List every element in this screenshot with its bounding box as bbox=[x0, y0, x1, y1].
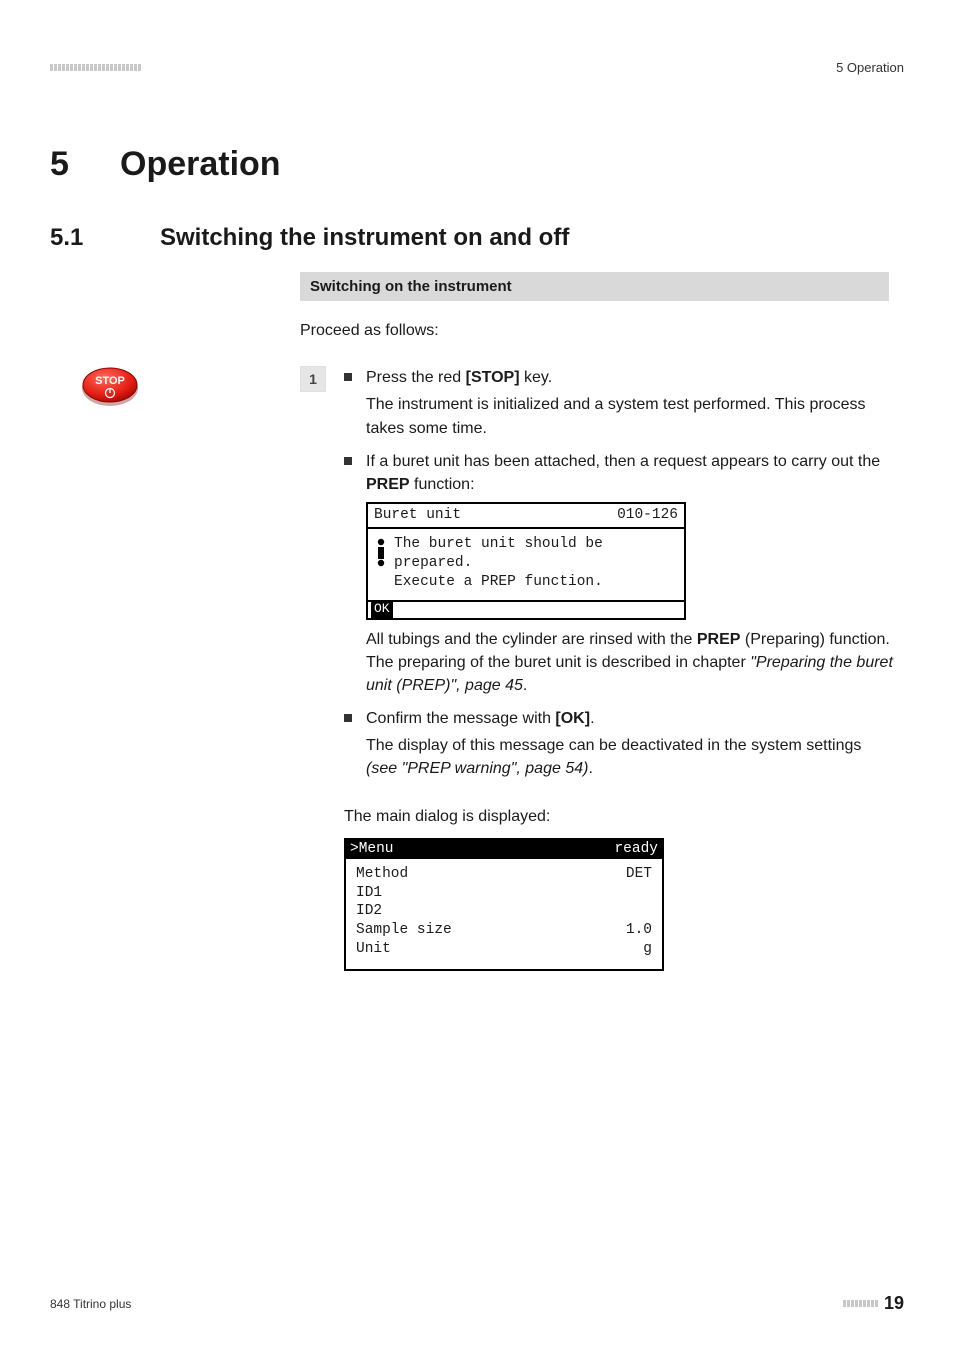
chapter-heading: 5Operation bbox=[50, 145, 904, 184]
list-item: If a buret unit has been attached, then … bbox=[344, 450, 894, 496]
lcd-line: Execute a PREP function. bbox=[394, 573, 603, 592]
section-heading: 5.1 Switching the instrument on and off bbox=[50, 224, 904, 252]
page-header: 5 Operation bbox=[50, 60, 904, 75]
lcd-row: MethodDET bbox=[352, 865, 656, 884]
bullet-icon bbox=[344, 373, 352, 381]
bullet-3-text: Confirm the message with [OK]. bbox=[366, 707, 595, 730]
lcd-footer: OK bbox=[368, 600, 684, 618]
lcd-message-lines: The buret unit should be prepared. Execu… bbox=[392, 535, 603, 592]
section-title-text: Switching the instrument on and off bbox=[160, 224, 569, 252]
svg-text:STOP: STOP bbox=[95, 375, 125, 387]
footer-right: 19 bbox=[843, 1293, 904, 1314]
lcd-row: Unitg bbox=[352, 940, 656, 959]
stop-key-icon: STOP bbox=[80, 366, 140, 406]
lcd-title-left: Buret unit bbox=[374, 506, 461, 525]
info-icon bbox=[374, 538, 392, 575]
bullet-2-text: If a buret unit has been attached, then … bbox=[366, 450, 894, 496]
list-item: Confirm the message with [OK]. bbox=[344, 707, 894, 730]
lcd-screenshot-prep: Buret unit 010-126 bbox=[366, 502, 686, 619]
lcd-body: The buret unit should be prepared. Execu… bbox=[368, 529, 684, 600]
page-footer: 848 Titrino plus 19 bbox=[50, 1293, 904, 1314]
lcd-title-right: ready bbox=[610, 840, 662, 859]
lcd-row: Sample size1.0 bbox=[352, 921, 656, 940]
lcd-titlebar: >Menu ready bbox=[346, 840, 662, 859]
bullet-icon bbox=[344, 714, 352, 722]
lcd-line: The buret unit should be bbox=[394, 535, 603, 554]
page: 5 Operation 5Operation 5.1 Switching the… bbox=[0, 0, 954, 1350]
bullet-3-after: The display of this message can be deact… bbox=[366, 734, 894, 780]
after-lcd1-text: All tubings and the cylinder are rinsed … bbox=[366, 628, 894, 698]
chapter-number: 5 bbox=[50, 145, 120, 184]
bullet-icon bbox=[344, 457, 352, 465]
header-section-label: 5 Operation bbox=[836, 60, 904, 75]
intermission-text: The main dialog is displayed: bbox=[344, 805, 884, 828]
step-body: Press the red [STOP] key. The instrument… bbox=[344, 366, 904, 790]
footer-decoration-bars bbox=[843, 1300, 878, 1307]
subheading: Switching on the instrument bbox=[300, 272, 889, 301]
lcd-title-left: >Menu bbox=[346, 840, 398, 859]
step-number-badge: 1 bbox=[300, 366, 326, 392]
bullet-1-text: Press the red [STOP] key. bbox=[366, 366, 552, 389]
lcd-title-right: 010-126 bbox=[617, 506, 678, 525]
header-decoration-bars bbox=[50, 64, 141, 71]
lcd-screenshot-main: >Menu ready MethodDET ID1 ID2 Sample siz… bbox=[344, 838, 664, 971]
step-content: STOP 1 Press the red [STOP] key. The ins… bbox=[50, 366, 904, 970]
lcd-titlebar: Buret unit 010-126 bbox=[368, 504, 684, 529]
lcd-row: ID1 bbox=[352, 884, 656, 903]
intro-text: Proceed as follows: bbox=[300, 319, 904, 342]
lcd-line: prepared. bbox=[394, 554, 603, 573]
footer-product-name: 848 Titrino plus bbox=[50, 1297, 131, 1311]
list-item: Press the red [STOP] key. bbox=[344, 366, 894, 389]
lcd-ok-label: OK bbox=[371, 602, 393, 618]
section-number: 5.1 bbox=[50, 224, 160, 252]
lcd-row: ID2 bbox=[352, 902, 656, 921]
bullet-1-after: The instrument is initialized and a syst… bbox=[366, 393, 894, 439]
page-number: 19 bbox=[884, 1293, 904, 1314]
step-1: 1 Press the red [STOP] key. The instrume… bbox=[300, 366, 904, 790]
chapter-title-text: Operation bbox=[120, 145, 281, 183]
lcd-body: MethodDET ID1 ID2 Sample size1.0 Unitg bbox=[346, 859, 662, 969]
